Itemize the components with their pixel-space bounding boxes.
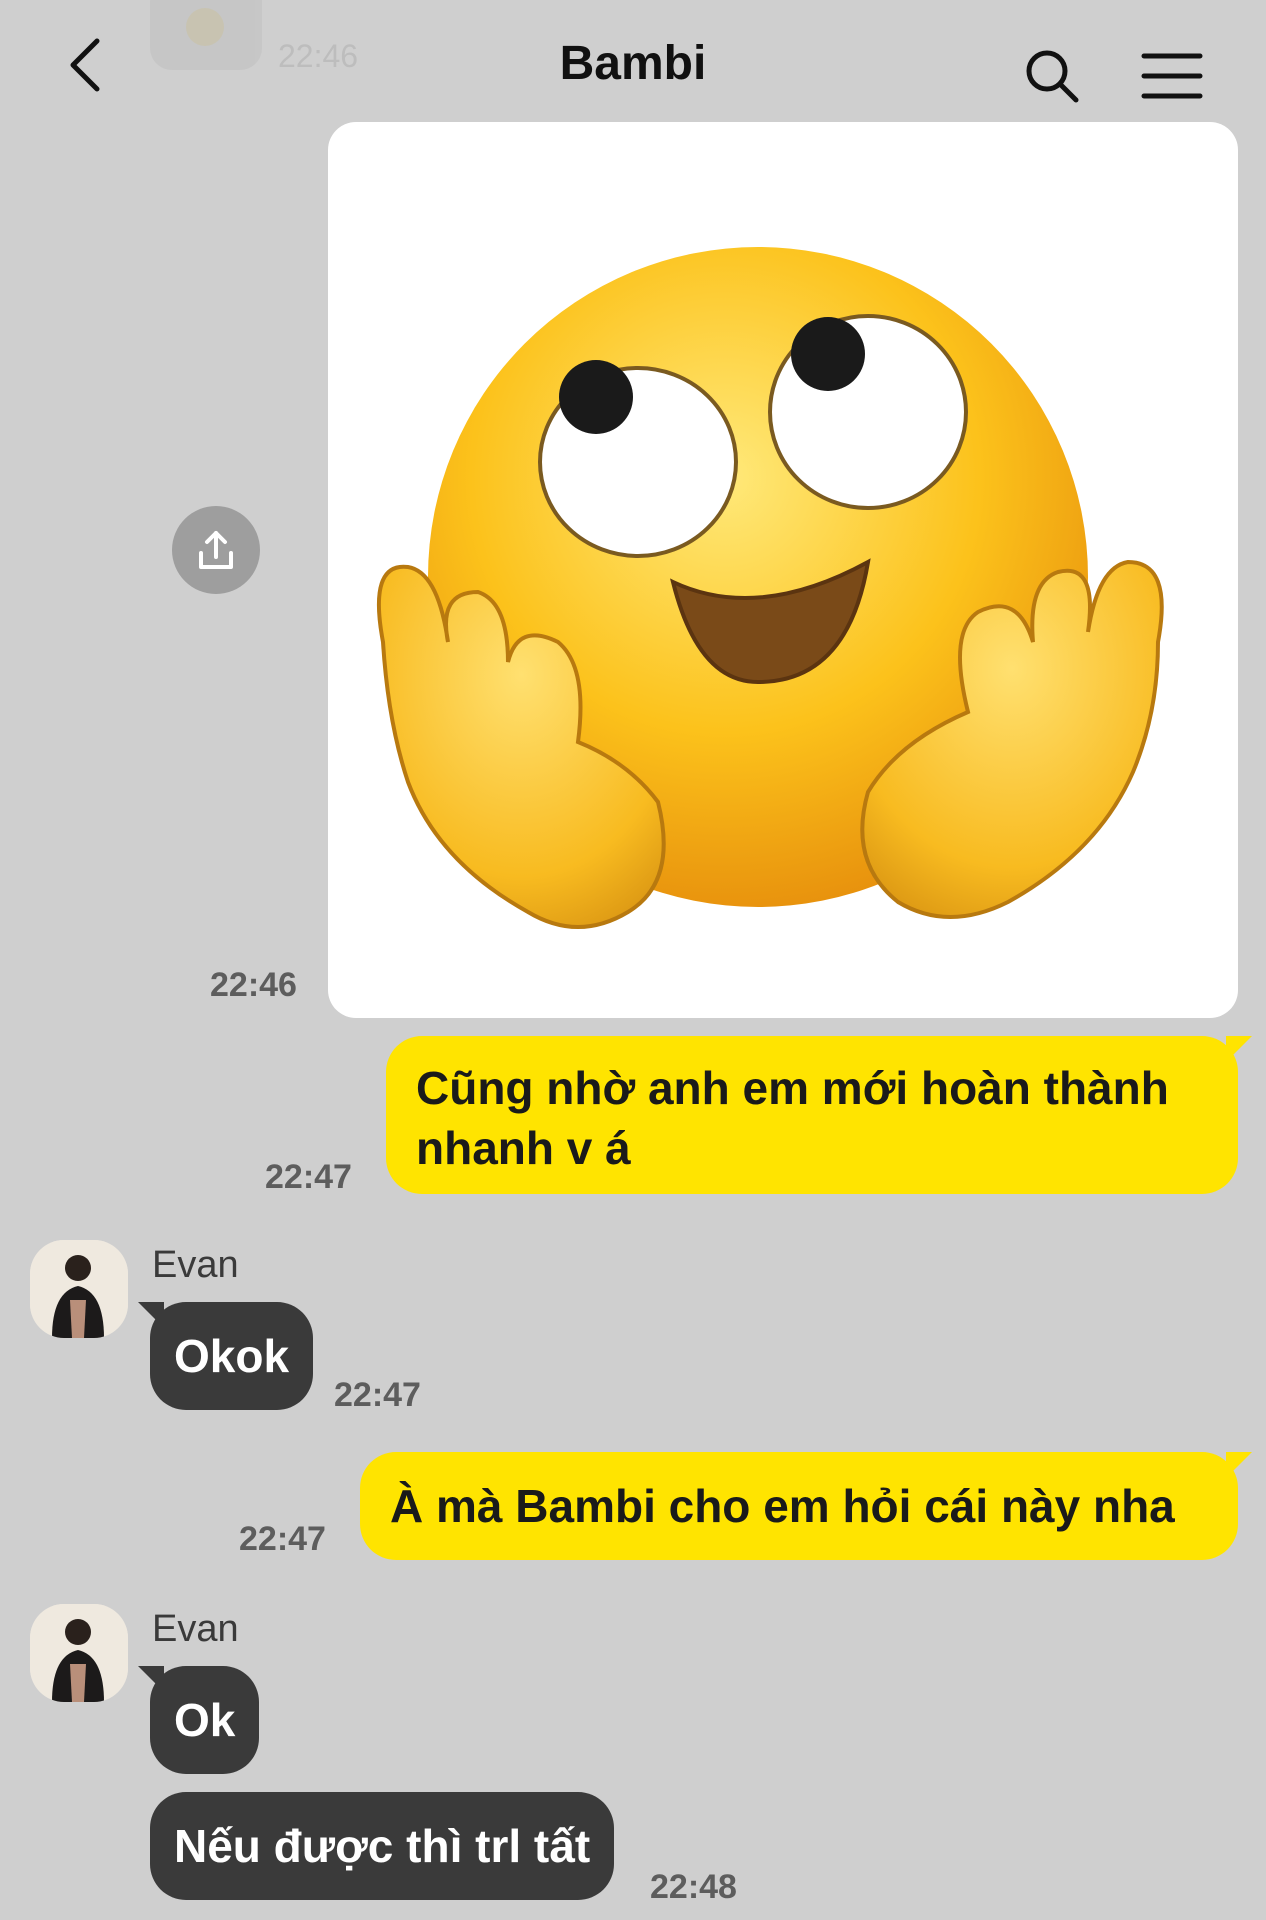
message-time: 22:47: [239, 1520, 326, 1558]
incoming-message-bubble[interactable]: Okok: [137, 1302, 314, 1410]
incoming-message-bubble[interactable]: Ok: [137, 1666, 260, 1774]
message-text: À mà Bambi cho em hỏi cái này nha: [390, 1480, 1175, 1532]
previous-message-time: 22:46: [278, 38, 359, 74]
person-photo: [30, 1604, 128, 1702]
message-time: 22:47: [334, 1376, 421, 1414]
message-text: Nếu được thì trl tất: [174, 1820, 591, 1872]
share-button[interactable]: [172, 506, 260, 594]
sender-name: Evan: [152, 1244, 239, 1286]
menu-button[interactable]: [1140, 50, 1204, 102]
message-text-line: nhanh v á: [416, 1122, 631, 1174]
share-icon: [199, 531, 233, 569]
avatar[interactable]: [30, 1604, 128, 1702]
message-text: Ok: [174, 1694, 236, 1746]
message-text: Okok: [174, 1330, 290, 1382]
message-time: 22:46: [210, 966, 297, 1004]
message-text-line: Cũng nhờ anh em mới hoàn thành: [416, 1062, 1169, 1114]
hands-on-cheeks-emoji-sticker: [376, 247, 1164, 929]
sticker-message[interactable]: [328, 122, 1238, 1018]
menu-icon: [1141, 53, 1203, 99]
search-button[interactable]: [1022, 46, 1082, 106]
incoming-message-bubble[interactable]: Nếu được thì trl tất: [150, 1792, 615, 1900]
outgoing-message-bubble[interactable]: Cũng nhờ anh em mới hoàn thành nhanh v á: [386, 1036, 1252, 1194]
message-time: 22:47: [265, 1158, 352, 1196]
previous-message-thumbnail: [150, 0, 262, 70]
person-photo: [30, 1240, 128, 1338]
sender-name: Evan: [152, 1608, 239, 1650]
avatar[interactable]: [30, 1240, 128, 1338]
message-time: 22:48: [650, 1868, 737, 1906]
outgoing-message-bubble[interactable]: À mà Bambi cho em hỏi cái này nha: [360, 1452, 1252, 1560]
search-icon: [1026, 50, 1079, 103]
